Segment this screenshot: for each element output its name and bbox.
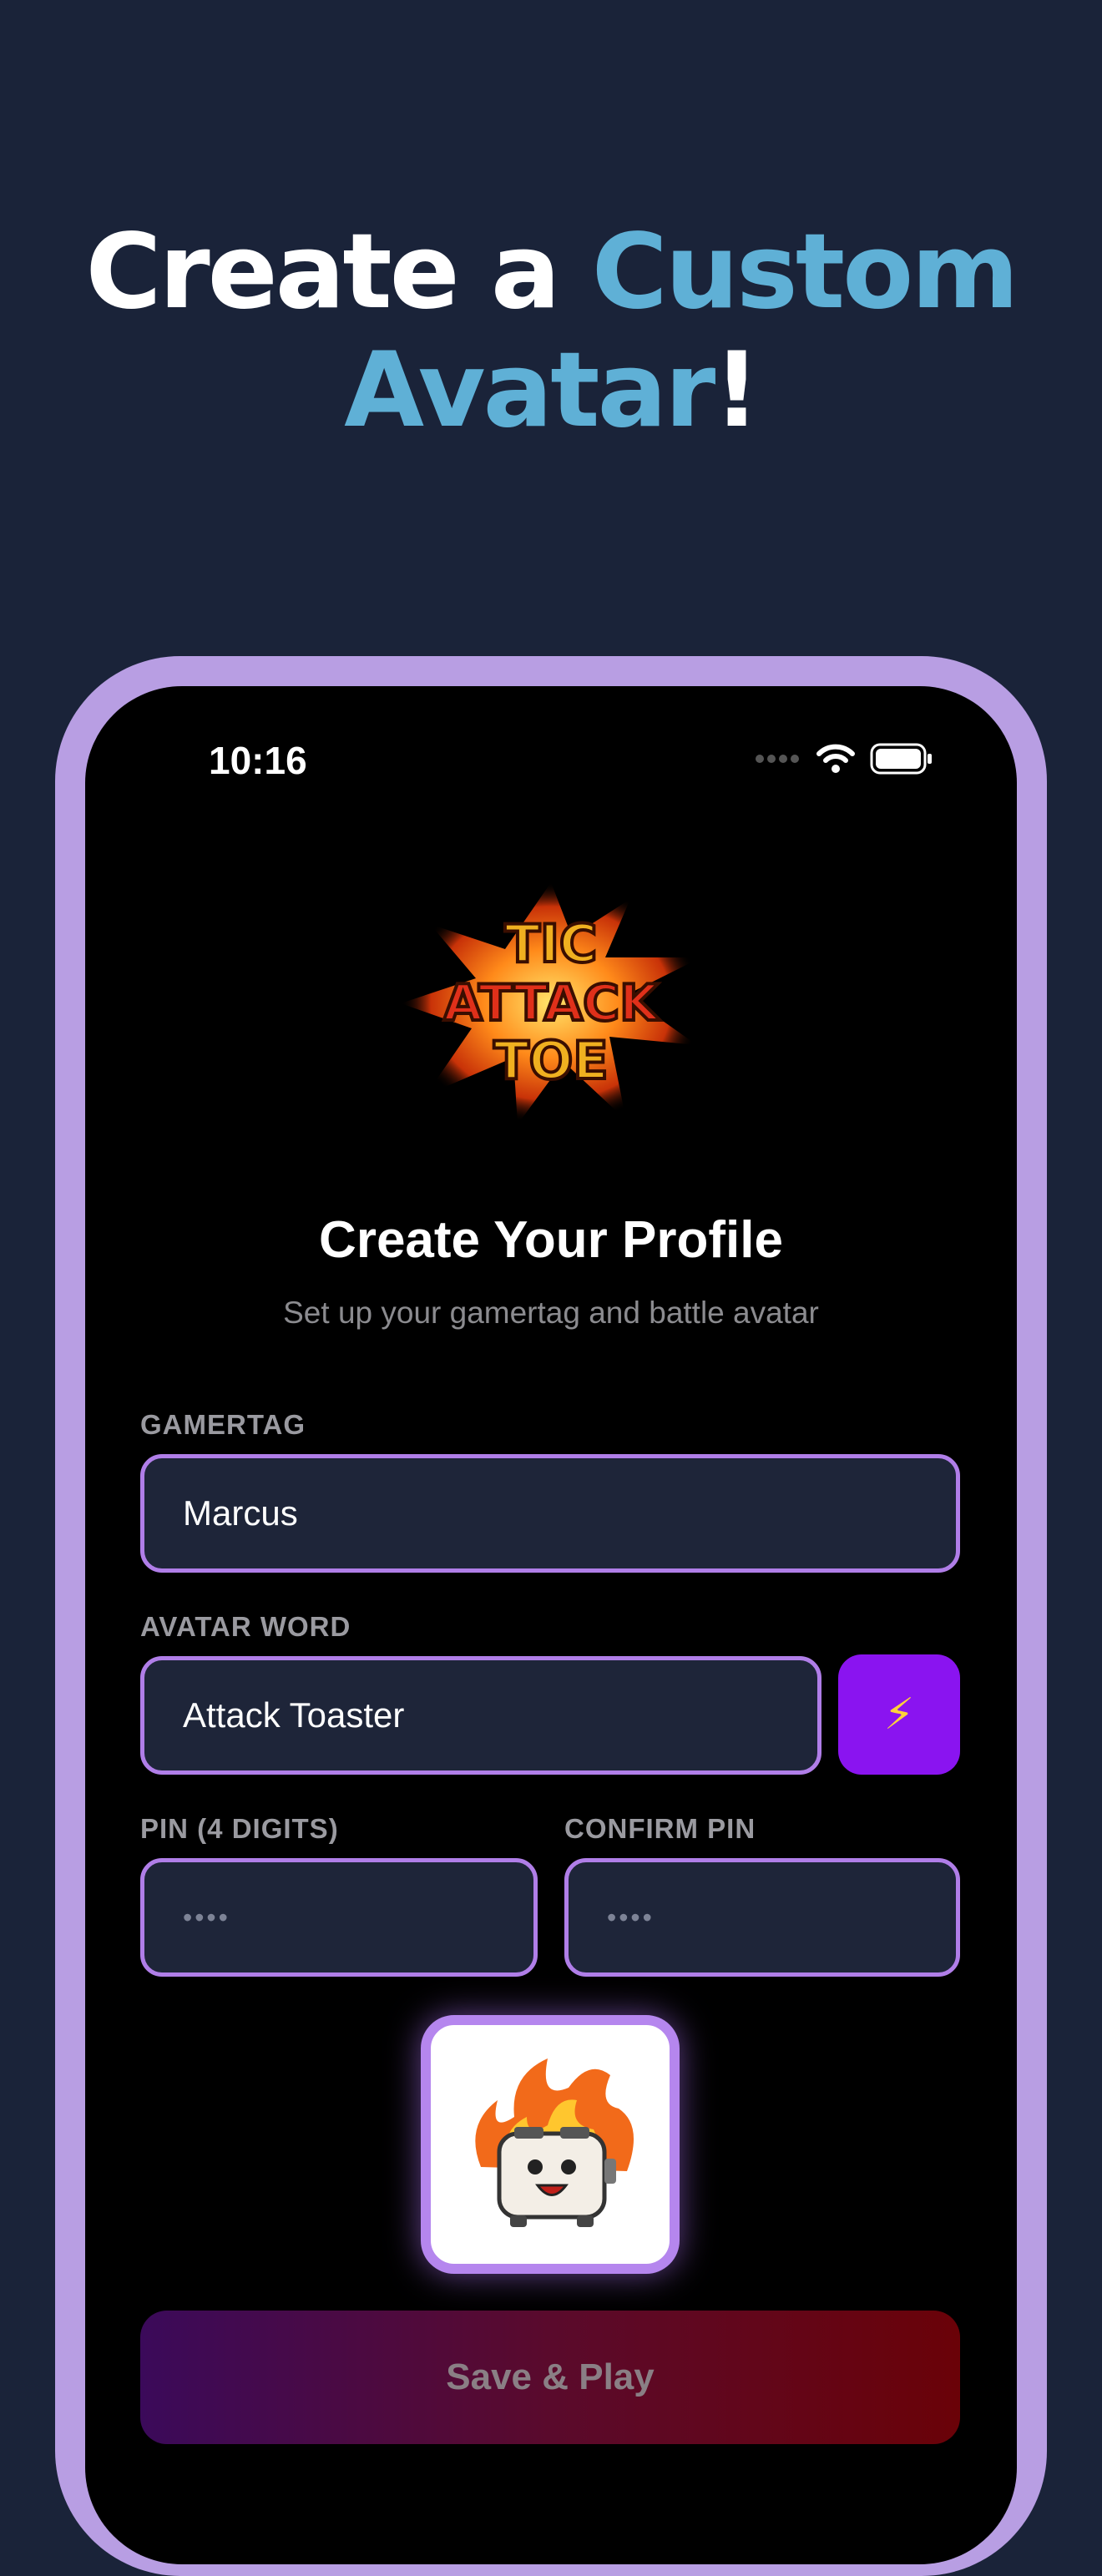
confirm-pin-input[interactable]: •••• <box>564 1858 960 1977</box>
gamertag-input[interactable]: Marcus <box>140 1454 960 1573</box>
page-subtitle: Set up your gamertag and battle avatar <box>283 1296 819 1330</box>
headline-white-2: ! <box>713 331 761 451</box>
battery-icon <box>870 743 932 775</box>
phone-screen: 10:16 TIC ATTACK TOE Create Your Profile… <box>85 686 1017 2564</box>
avatar-word-input[interactable]: Attack Toaster <box>140 1656 821 1775</box>
status-time: 10:16 <box>209 739 307 782</box>
lightning-bolt-icon: ⚡ <box>883 1690 915 1739</box>
pin-label: PIN (4 DIGITS) <box>140 1813 339 1844</box>
headline-accent-1: Custom <box>591 212 1019 332</box>
avatar-word-value: Attack Toaster <box>183 1695 405 1735</box>
gamertag-value: Marcus <box>183 1493 298 1533</box>
confirm-pin-placeholder: •••• <box>607 1902 655 1932</box>
headline-white-1: Create a <box>85 212 592 332</box>
logo-line-3: TOE <box>493 1030 608 1091</box>
generate-avatar-button[interactable]: ⚡ <box>838 1654 960 1775</box>
headline: Create a Custom Avatar! <box>0 213 1102 450</box>
game-logo: TIC ATTACK TOE <box>401 882 701 1124</box>
avatar-word-label: AVATAR WORD <box>140 1611 351 1642</box>
page-title: Create Your Profile <box>319 1211 783 1269</box>
avatar-preview[interactable] <box>421 2015 680 2274</box>
pin-input[interactable]: •••• <box>140 1858 538 1977</box>
wifi-icon <box>816 744 855 773</box>
gamertag-label: GAMERTAG <box>140 1409 306 1440</box>
save-and-play-button[interactable]: Save & Play <box>140 2311 960 2444</box>
headline-accent-2: Avatar <box>344 331 715 451</box>
confirm-pin-label: CONFIRM PIN <box>564 1813 756 1844</box>
logo-line-1: TIC <box>505 913 598 974</box>
status-icons <box>755 743 933 775</box>
logo-line-2: ATTACK <box>443 974 660 1033</box>
pin-placeholder: •••• <box>183 1902 230 1932</box>
toaster-avatar-image <box>475 2058 634 2227</box>
signal-icon <box>756 755 799 763</box>
